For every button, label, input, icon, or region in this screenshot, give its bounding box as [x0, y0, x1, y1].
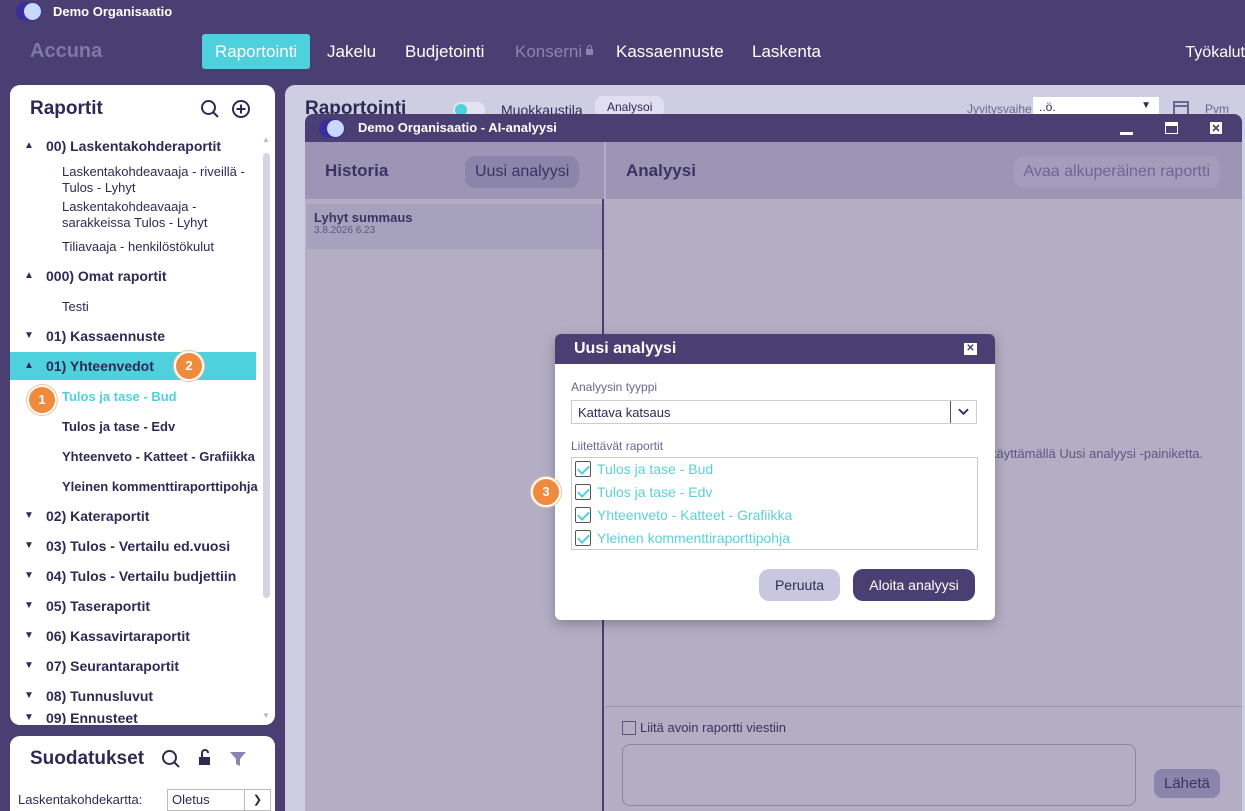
- tree-group[interactable]: ▼ 04) Tulos - Vertailu budjettiin: [10, 562, 256, 590]
- report-checkbox-item[interactable]: Tulos ja tase - Edv: [575, 482, 712, 502]
- chevron-down-icon: ❯: [244, 790, 270, 810]
- tree-group[interactable]: ▲ 00) Laskentakohderaportit: [10, 132, 256, 160]
- nav-konserni[interactable]: Konserni: [502, 34, 606, 69]
- app-logo-icon: [16, 2, 42, 21]
- top-navigation: Accuna Raportointi Jakelu Budjetointi Ko…: [0, 24, 1245, 82]
- analysis-type-select[interactable]: Kattava katsaus: [571, 400, 977, 424]
- unlock-icon[interactable]: [196, 749, 214, 767]
- filter-select[interactable]: Oletus ❯: [167, 789, 271, 811]
- brand-logo: Accuna: [30, 40, 103, 62]
- add-report-icon[interactable]: [231, 99, 251, 119]
- checkbox-checked-icon[interactable]: [575, 507, 591, 523]
- app-logo-icon: [319, 119, 345, 138]
- scroll-thumb[interactable]: [263, 153, 270, 598]
- tree-group[interactable]: ▼ 09) Ennusteet: [10, 712, 256, 724]
- tree-leaf[interactable]: Laskentakohdeavaaja - riveillä - Tulos - …: [62, 164, 245, 196]
- nav-laskenta[interactable]: Laskenta: [739, 34, 834, 69]
- tree-leaf[interactable]: Tiliavaaja - henkilöstökulut: [62, 239, 214, 255]
- collapsed-arrow-icon: ▼: [24, 660, 34, 671]
- report-checkbox-item[interactable]: Yleinen kommenttiraporttipohja: [575, 528, 790, 548]
- tree-group[interactable]: ▼ 05) Taseraportit: [10, 592, 256, 620]
- tree-leaf[interactable]: Testi: [62, 299, 89, 315]
- checkbox-checked-icon[interactable]: [575, 484, 591, 500]
- close-icon[interactable]: ✕: [964, 343, 977, 355]
- tree-leaf[interactable]: Laskentakohdeavaaja - sarakkeissa Tulos -…: [62, 199, 207, 231]
- tree-leaf-active[interactable]: Tulos ja tase - Bud: [62, 389, 177, 405]
- ai-window-title: Demo Organisaatio - AI-analyysi: [358, 120, 557, 135]
- search-icon[interactable]: [200, 99, 220, 119]
- filters-title: Suodatukset: [30, 748, 145, 769]
- tree-group[interactable]: ▼ 02) Kateraportit: [10, 502, 256, 530]
- nav-kassaennuste[interactable]: Kassaennuste: [603, 34, 737, 69]
- start-analysis-button[interactable]: Aloita analyysi: [853, 569, 975, 601]
- maximize-icon[interactable]: [1165, 122, 1178, 134]
- app-titlebar: Demo Organisaatio: [0, 0, 1245, 24]
- expanded-arrow-icon: ▲: [24, 140, 34, 151]
- tree-leaf[interactable]: Yleinen kommenttiraporttipohja: [62, 479, 258, 495]
- scroll-up-icon[interactable]: ▲: [262, 135, 270, 144]
- step-badge: 3: [531, 477, 561, 507]
- expanded-arrow-icon: ▲: [24, 360, 34, 371]
- checkbox-checked-icon[interactable]: [575, 530, 591, 546]
- tree-group[interactable]: ▼ 03) Tulos - Vertailu ed.vuosi: [10, 532, 256, 560]
- filters-panel: Suodatukset Laskentakohdekartta: Oletus ❯: [10, 736, 275, 811]
- collapsed-arrow-icon: ▼: [24, 570, 34, 581]
- close-icon[interactable]: [1210, 122, 1222, 134]
- tree-leaf[interactable]: Yhteenveto - Katteet - Grafiikka: [62, 449, 255, 465]
- tree-scrollbar[interactable]: ▲ ▼: [262, 135, 271, 720]
- checkbox-checked-icon[interactable]: [575, 461, 591, 477]
- search-icon[interactable]: [161, 749, 181, 769]
- tree-group[interactable]: ▲ 000) Omat raportit: [10, 262, 256, 290]
- ai-window-titlebar: Demo Organisaatio - AI-analyysi: [305, 114, 1242, 142]
- step-badge: 1: [27, 385, 57, 415]
- nav-budjetointi[interactable]: Budjetointi: [392, 34, 497, 69]
- collapsed-arrow-icon: ▼: [24, 630, 34, 641]
- expanded-arrow-icon: ▲: [24, 270, 34, 281]
- filter-label: Laskentakohdekartta:: [18, 792, 143, 807]
- tree-group-selected[interactable]: ▲ 01) Yhteenvedot: [10, 352, 256, 380]
- minimize-icon[interactable]: [1120, 123, 1134, 135]
- collapsed-arrow-icon: ▼: [24, 540, 34, 551]
- scroll-down-icon[interactable]: ▼: [262, 711, 270, 720]
- filter-icon[interactable]: [229, 750, 247, 768]
- reports-label: Liitettävät raportit: [571, 439, 664, 453]
- nav-tyokalut[interactable]: Työkalut: [1185, 44, 1245, 62]
- collapsed-arrow-icon: ▼: [24, 330, 34, 341]
- tree-group[interactable]: ▼ 07) Seurantaraportit: [10, 652, 256, 680]
- collapsed-arrow-icon: ▼: [24, 510, 34, 521]
- type-label: Analyysin tyyppi: [571, 380, 658, 394]
- collapsed-arrow-icon: ▼: [24, 712, 34, 723]
- dropdown-arrow-icon: ▼: [1141, 100, 1151, 111]
- new-analysis-dialog: Uusi analyysi ✕ Analyysin tyyppi Kattava…: [555, 334, 995, 620]
- tree-group[interactable]: ▼ 06) Kassavirtaraportit: [10, 622, 256, 650]
- tree-leaf[interactable]: Tulos ja tase - Edv: [62, 419, 175, 435]
- tree-group[interactable]: ▼ 01) Kassaennuste: [10, 322, 256, 350]
- collapsed-arrow-icon: ▼: [24, 600, 34, 611]
- chevron-down-icon: [950, 401, 969, 423]
- dialog-header: Uusi analyysi ✕: [555, 334, 995, 364]
- org-title: Demo Organisaatio: [53, 4, 173, 19]
- reports-title: Raportit: [30, 98, 103, 119]
- cancel-button[interactable]: Peruuta: [759, 569, 840, 601]
- report-checkbox-item[interactable]: Yhteenveto - Katteet - Grafiikka: [575, 505, 792, 525]
- report-checkbox-item[interactable]: Tulos ja tase - Bud: [575, 459, 713, 479]
- collapsed-arrow-icon: ▼: [24, 690, 34, 701]
- tree-group[interactable]: ▼ 08) Tunnusluvut: [10, 682, 256, 710]
- attached-reports-list: Tulos ja tase - Bud Tulos ja tase - Edv …: [571, 457, 978, 550]
- lock-icon: [586, 45, 594, 55]
- nav-jakelu[interactable]: Jakelu: [314, 34, 389, 69]
- step-badge: 2: [174, 351, 204, 381]
- dialog-title: Uusi analyysi: [574, 340, 677, 357]
- nav-raportointi[interactable]: Raportointi: [202, 34, 311, 69]
